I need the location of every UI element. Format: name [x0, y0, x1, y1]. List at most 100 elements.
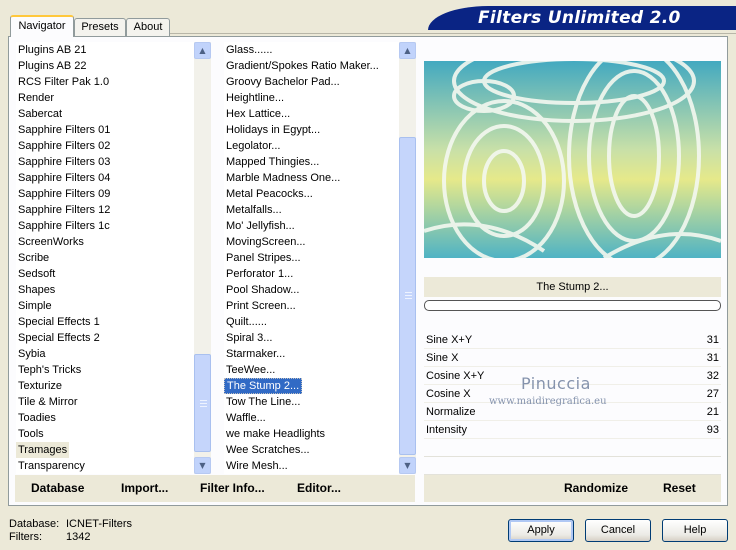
category-scroll-thumb[interactable]	[194, 354, 211, 452]
filter-item[interactable]: Panel Stripes...	[224, 250, 303, 266]
filter-item[interactable]: Metal Peacocks...	[224, 186, 315, 202]
filter-item[interactable]: Heightline...	[224, 90, 286, 106]
parameter-name: Cosine X	[426, 388, 471, 400]
category-item[interactable]: Special Effects 2	[16, 330, 102, 346]
category-item[interactable]: Sapphire Filters 01	[16, 122, 112, 138]
filter-list[interactable]: Glass...... Gradient/Spokes Ratio Maker..…	[224, 42, 399, 474]
category-item[interactable]: Tools	[16, 426, 46, 442]
category-item[interactable]: ScreenWorks	[16, 234, 86, 250]
category-list[interactable]: Plugins AB 21 Plugins AB 22 RCS Filter Pak…	[16, 42, 194, 474]
filter-item[interactable]: Starmaker...	[224, 346, 287, 362]
filter-item[interactable]: Legolator...	[224, 138, 282, 154]
category-item[interactable]: RCS Filter Pak 1.0	[16, 74, 111, 90]
parameter-name: Cosine X+Y	[426, 370, 485, 382]
database-value: ICNET-Filters	[66, 518, 132, 530]
editor-button[interactable]: Editor...	[297, 481, 341, 495]
preview-image	[424, 61, 721, 258]
category-item[interactable]: Teph's Tricks	[16, 362, 83, 378]
tab-navigator[interactable]: Navigator	[10, 15, 74, 37]
filter-item[interactable]: MovingScreen...	[224, 234, 307, 250]
category-item[interactable]: Sapphire Filters 03	[16, 154, 112, 170]
category-item[interactable]: Transparency	[16, 458, 87, 474]
scroll-down-icon[interactable]: ▼	[194, 457, 211, 474]
parameter-name: Sine X	[426, 352, 459, 364]
filter-item[interactable]: Perforator 1...	[224, 266, 295, 282]
category-item[interactable]: Texturize	[16, 378, 64, 394]
category-item[interactable]: Render	[16, 90, 56, 106]
watermark-url: www.maidiregrafica.eu	[489, 396, 607, 407]
filter-item[interactable]: Mapped Thingies...	[224, 154, 321, 170]
filter-item[interactable]: Tow The Line...	[224, 394, 302, 410]
filter-info-button[interactable]: Filter Info...	[200, 481, 265, 495]
filter-item[interactable]: Hex Lattice...	[224, 106, 292, 122]
category-item[interactable]: Sapphire Filters 02	[16, 138, 112, 154]
parameter-row[interactable]: Intensity 93	[424, 421, 721, 439]
category-item[interactable]: Sabercat	[16, 106, 64, 122]
watermark-name: Pinuccia	[521, 374, 591, 393]
reset-button[interactable]: Reset	[663, 481, 696, 495]
parameter-value: 93	[706, 424, 719, 436]
filter-item[interactable]: Spiral 3...	[224, 330, 274, 346]
parameter-name: Sine X+Y	[426, 334, 473, 346]
filter-item[interactable]: Groovy Bachelor Pad...	[224, 74, 342, 90]
category-item[interactable]: Toadies	[16, 410, 58, 426]
parameter-value: 32	[706, 370, 719, 382]
app-title: Filters Unlimited 2.0	[478, 8, 681, 28]
filter-item[interactable]: Wee Scratches...	[224, 442, 312, 458]
category-item[interactable]: Special Effects 1	[16, 314, 102, 330]
filter-item[interactable]: we make Headlights	[224, 426, 327, 442]
help-button[interactable]: Help	[662, 519, 728, 542]
category-item[interactable]: Sapphire Filters 04	[16, 170, 112, 186]
category-item[interactable]: Plugins AB 21	[16, 42, 89, 58]
category-item[interactable]: Shapes	[16, 282, 57, 298]
cancel-button[interactable]: Cancel	[585, 519, 651, 542]
category-item[interactable]: Plugins AB 22	[16, 58, 89, 74]
filter-item[interactable]: Waffle...	[224, 410, 268, 426]
filter-item[interactable]: TeeWee...	[224, 362, 277, 378]
parameter-row[interactable]: Sine X+Y 31	[424, 331, 721, 349]
filters-label: Filters:	[9, 531, 42, 543]
filter-scrollbar[interactable]: ▲ ▼	[399, 42, 416, 474]
filter-item[interactable]: Print Screen...	[224, 298, 298, 314]
parameter-row[interactable]: Sine X 31	[424, 349, 721, 367]
category-item[interactable]: Simple	[16, 298, 54, 314]
scroll-up-icon[interactable]: ▲	[194, 42, 211, 59]
filter-name-label: The Stump 2...	[424, 277, 721, 297]
filter-item[interactable]: Glass......	[224, 42, 274, 58]
parameter-slot-empty	[424, 457, 721, 475]
progress-bar	[424, 300, 721, 311]
scroll-down-icon[interactable]: ▼	[399, 457, 416, 474]
filter-item[interactable]: Gradient/Spokes Ratio Maker...	[224, 58, 381, 74]
category-item[interactable]: Sybia	[16, 346, 48, 362]
preview-pattern	[424, 61, 721, 258]
parameter-slot-empty	[424, 439, 721, 457]
parameter-value: 27	[706, 388, 719, 400]
scroll-up-icon[interactable]: ▲	[399, 42, 416, 59]
category-item[interactable]: Sapphire Filters 12	[16, 202, 112, 218]
category-item[interactable]: Tramages	[16, 442, 70, 458]
category-item[interactable]: Sedsoft	[16, 266, 57, 282]
category-item[interactable]: Sapphire Filters 09	[16, 186, 112, 202]
import-button[interactable]: Import...	[121, 481, 168, 495]
category-item[interactable]: Tile & Mirror	[16, 394, 79, 410]
parameter-value: 31	[706, 334, 719, 346]
filter-item[interactable]: Holidays in Egypt...	[224, 122, 322, 138]
filter-scroll-thumb[interactable]	[399, 137, 416, 455]
category-item[interactable]: Scribe	[16, 250, 51, 266]
tab-presets[interactable]: Presets	[74, 18, 126, 37]
tab-about[interactable]: About	[126, 18, 170, 37]
filter-item[interactable]: Marble Madness One...	[224, 170, 342, 186]
database-button[interactable]: Database	[31, 481, 84, 495]
parameter-value: 31	[706, 352, 719, 364]
filter-item[interactable]: The Stump 2...	[224, 378, 302, 394]
header-divider	[170, 33, 736, 34]
filter-item[interactable]: Quilt......	[224, 314, 269, 330]
filter-item[interactable]: Pool Shadow...	[224, 282, 301, 298]
category-item[interactable]: Sapphire Filters 1c	[16, 218, 112, 234]
filter-item[interactable]: Metalfalls...	[224, 202, 284, 218]
filter-item[interactable]: Wire Mesh...	[224, 458, 290, 474]
category-scrollbar[interactable]: ▲ ▼	[194, 42, 211, 474]
apply-button[interactable]: Apply	[508, 519, 574, 542]
randomize-button[interactable]: Randomize	[564, 481, 628, 495]
filter-item[interactable]: Mo' Jellyfish...	[224, 218, 297, 234]
